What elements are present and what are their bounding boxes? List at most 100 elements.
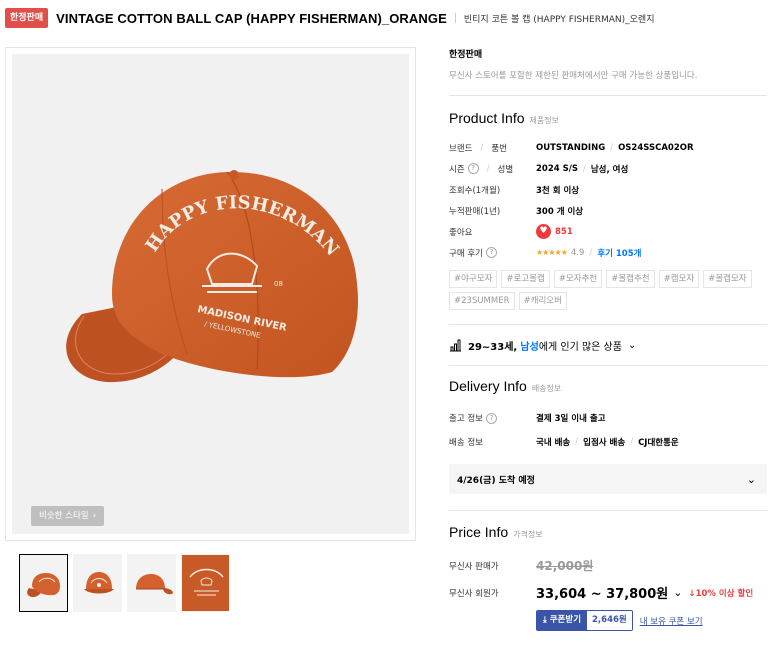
sku-value: OS24SSCA02OR	[618, 142, 694, 153]
review-count-link[interactable]: 후기 105개	[597, 247, 641, 259]
season-label-group: 시즌 ? / 성별	[449, 163, 536, 175]
heart-icon[interactable]: ♥	[536, 224, 551, 239]
likes-label: 좋아요	[449, 227, 473, 238]
delivery-method-group: 국내 배송 / 입점사 배송 / CJ대한통운	[536, 436, 679, 448]
delivery-method-label: 배송 정보	[449, 438, 483, 448]
popular-with-banner[interactable]: 29~33세, 남성 에게 인기 많은 상품 ⌄	[449, 325, 767, 365]
season-row: 시즌 ? / 성별 2024 S/S / 남성, 여성	[449, 158, 767, 179]
divider	[449, 365, 767, 366]
price-info-title-ko: 가격정보	[513, 530, 543, 539]
shipping-label: 출고 정보	[449, 414, 483, 424]
views-row: 조회수(1개월) 3천 회 이상	[449, 179, 767, 200]
delivery-method-2: 입점사 배송	[583, 438, 626, 448]
limited-badge: 한정판매	[5, 8, 49, 28]
member-price-value: 33,604 ~ 37,800원	[536, 587, 669, 602]
slash-separator: /	[582, 163, 586, 174]
coupon-amount: 2,646원	[587, 611, 632, 630]
tag-item[interactable]: #캐리오버	[518, 292, 567, 310]
arrival-estimate-dropdown[interactable]: 4/26(금) 도착 예정 ⌄	[449, 464, 767, 494]
tag-item[interactable]: #야구모자	[449, 270, 498, 288]
product-info-title-ko: 제품정보	[529, 116, 559, 125]
popular-gender: 남성	[520, 341, 539, 353]
cap-image: HAPPY FISHERMAN MADISON RIVER / YELLOWST…	[66, 170, 358, 383]
product-subtitle: 빈티지 코튼 볼 캡 (HAPPY FISHERMAN)_오렌지	[463, 14, 655, 25]
shipping-value: 결제 3일 이내 출고	[536, 414, 606, 424]
tag-item[interactable]: #로고볼캡	[501, 270, 550, 288]
season-value-group: 2024 S/S / 남성, 여성	[536, 163, 628, 175]
sales-row: 누적판매(1년) 300 개 이상	[449, 200, 767, 221]
help-icon[interactable]: ?	[485, 412, 497, 424]
likes-value-group[interactable]: ♥ 851	[536, 224, 573, 239]
product-info-title-en: Product Info	[449, 110, 525, 126]
coupon-button-label: 쿠폰받기	[549, 615, 582, 625]
tag-item[interactable]: #모자추천	[553, 270, 603, 288]
season-label: 시즌	[449, 164, 465, 175]
chevron-right-icon: ›	[92, 511, 97, 521]
thumbnail-4[interactable]	[181, 554, 230, 612]
delivery-info-table: 출고 정보 ? 결제 3일 이내 출고 배송 정보 국내 배송 / 입점사 배송…	[449, 406, 767, 454]
member-price-label: 무신사 회원가	[449, 588, 499, 599]
my-coupons-link[interactable]: 내 보유 쿠폰 보기	[640, 615, 703, 627]
delivery-method-3: CJ대한통운	[638, 438, 679, 448]
tag-item[interactable]: #볼캡추천	[606, 270, 655, 288]
season-value: 2024 S/S	[536, 163, 578, 174]
brand-link[interactable]: OUTSTANDING	[536, 143, 605, 153]
limited-sale-description: 무신사 스토어를 포함한 제한된 판매처에서만 구매 가능한 상품입니다.	[449, 71, 698, 81]
review-value-group: ★★★★★ 4.9 / 후기 105개	[536, 247, 641, 259]
slash-separator: /	[610, 142, 614, 153]
product-info-title: Product Info 제품정보	[449, 110, 767, 126]
help-icon[interactable]: ?	[485, 247, 497, 258]
sale-price-row: 무신사 판매가 42,000원	[449, 552, 767, 579]
sale-price-label: 무신사 판매가	[449, 561, 499, 572]
tag-item[interactable]: #캡모자	[658, 270, 700, 288]
popular-age: 29~33세,	[468, 341, 518, 353]
slash-separator: /	[486, 163, 490, 174]
delivery-info-title-ko: 배송정보	[531, 384, 562, 393]
discount-text: 10% 이상 할인	[695, 588, 754, 599]
likes-count: 851	[555, 226, 573, 237]
main-image-frame: HAPPY FISHERMAN MADISON RIVER / YELLOWST…	[5, 47, 416, 541]
brand-row: 브랜드 / 품번 OUTSTANDING / OS24SSCA02OR	[449, 137, 767, 158]
sales-value: 300 개 이상	[536, 206, 584, 217]
chevron-down-icon[interactable]: ⌄	[628, 340, 636, 351]
arrow-down-icon: ↓	[688, 588, 696, 599]
thumbnail-1[interactable]	[19, 554, 68, 612]
product-details: 한정판매 무신사 스토어를 포함한 제한된 판매처에서만 구매 가능한 상품입니…	[449, 47, 767, 631]
views-value: 3천 회 이상	[536, 185, 580, 196]
title-divider	[454, 13, 456, 23]
price-info-title: Price Info 가격정보	[449, 524, 767, 540]
discount-badge: ↓10% 이상 할인	[688, 587, 753, 599]
help-icon[interactable]: ?	[467, 163, 479, 174]
thumbnail-2[interactable]	[73, 554, 122, 612]
product-info-table: 브랜드 / 품번 OUTSTANDING / OS24SSCA02OR 시즌 ?…	[449, 137, 767, 263]
thumbnail-3[interactable]	[127, 554, 176, 612]
tag-item[interactable]: #볼캡모자	[703, 270, 752, 288]
shipping-row: 출고 정보 ? 결제 3일 이내 출고	[449, 406, 767, 430]
coupon-row: ⤓ 쿠폰받기 2,646원 내 보유 쿠폰 보기	[536, 610, 767, 631]
sku-label: 품번	[491, 143, 507, 154]
product-header: 한정판매 VINTAGE COTTON BALL CAP (HAPPY FISH…	[5, 6, 655, 30]
similar-style-button[interactable]: 비슷한 스타일 ›	[31, 506, 105, 526]
tag-list: #야구모자 #로고볼캡 #모자추천 #볼캡추천 #캡모자 #볼캡모자 #23SU…	[449, 270, 767, 310]
divider	[449, 95, 767, 96]
chevron-down-icon: ⌄	[746, 472, 756, 486]
shipping-label-group: 출고 정보 ?	[449, 412, 536, 424]
brand-label: 브랜드	[449, 143, 473, 154]
bar-chart-icon	[450, 339, 461, 351]
delivery-method-1: 국내 배송	[536, 438, 571, 448]
sales-label: 누적판매(1년)	[449, 206, 501, 217]
divider	[449, 510, 767, 511]
review-label-group: 구매 후기 ?	[449, 247, 536, 259]
review-label: 구매 후기	[449, 248, 483, 259]
chevron-down-icon[interactable]: ⌄	[673, 586, 682, 599]
brand-label-group: 브랜드 / 품번	[449, 142, 536, 154]
coupon-download-button[interactable]: ⤓ 쿠폰받기 2,646원	[536, 610, 633, 631]
star-rating-icon: ★★★★★	[536, 248, 568, 257]
views-label: 조회수(1개월)	[449, 185, 501, 196]
arrival-estimate: 4/26(금) 도착 예정	[457, 475, 535, 486]
gender-label: 성별	[497, 164, 514, 175]
slash-separator: /	[480, 142, 484, 153]
tag-item[interactable]: #23SUMMER	[449, 292, 515, 310]
main-product-image[interactable]: HAPPY FISHERMAN MADISON RIVER / YELLOWST…	[12, 54, 409, 534]
brand-value-group: OUTSTANDING / OS24SSCA02OR	[536, 143, 694, 153]
